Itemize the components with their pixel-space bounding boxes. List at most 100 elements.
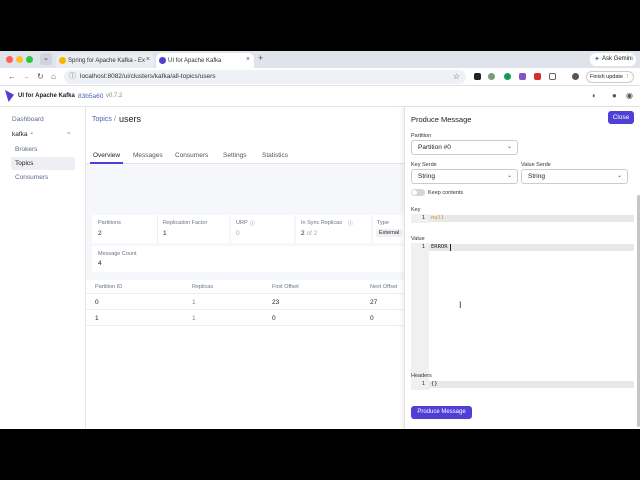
finish-update-button[interactable]: Finish update ⋮ — [586, 71, 634, 83]
version-text: v0.7.2 — [106, 93, 123, 99]
tab-spring-kafka[interactable]: Spring for Apache Kafka - Ex × — [56, 53, 154, 68]
active-line-highlight — [429, 381, 634, 388]
tab-messages[interactable]: Messages — [133, 152, 163, 159]
table-cell: 1 — [95, 315, 99, 322]
table-row[interactable]: 0 1 23 27 — [86, 294, 404, 310]
app-logo-text[interactable]: UI for Apache Kafka — [18, 93, 75, 99]
table-cell: 1 — [192, 299, 196, 306]
profile-avatar-icon[interactable] — [572, 73, 579, 80]
headers-label: Headers — [411, 373, 432, 379]
tab-overview[interactable]: Overview — [93, 152, 120, 159]
produce-message-panel: Produce Message Close Partition Partitio… — [404, 107, 640, 429]
keep-contents-label: Keep contents — [428, 190, 464, 196]
sidebar-cluster-kafka[interactable]: kafka — [12, 131, 28, 138]
extension-leaf-icon[interactable] — [488, 73, 495, 80]
discord-icon[interactable]: ◉ — [626, 91, 633, 100]
table-cell: 27 — [370, 299, 378, 306]
close-tab-icon[interactable]: × — [146, 56, 150, 63]
info-icon: ⓘ — [348, 221, 354, 227]
partition-selected-value: Partition #0 — [418, 144, 451, 151]
table-cell: 0 — [370, 315, 374, 322]
tab-ui-kafka[interactable]: UI for Apache Kafka × — [156, 53, 254, 68]
gemini-sparkle-icon: ✦ — [594, 56, 600, 63]
extension-green-icon[interactable] — [504, 73, 511, 80]
tab-label: Spring for Apache Kafka - Ex — [68, 57, 146, 64]
theme-toggle-icon[interactable]: ◐ — [592, 91, 597, 100]
headers-editor[interactable]: 1 {} — [411, 380, 634, 389]
app-header: UI for Apache Kafka 83b5a60 v0.7.2 ◐ ● ◉ — [0, 86, 640, 107]
value-editor[interactable]: 1 ERROR I — [411, 243, 634, 390]
line-number: 1 — [421, 244, 425, 250]
topic-header: Topics / users — [86, 107, 404, 147]
stat-label: In Sync Replicas — [301, 220, 342, 226]
extension-purple-icon[interactable] — [519, 73, 526, 80]
address-bar: ← → ↻ ⌂ ⓘ localhost:8082/ui/clusters/kaf… — [0, 68, 640, 86]
stat-value: 0 — [236, 230, 240, 237]
url-bar[interactable]: ⓘ localhost:8082/ui/clusters/kafka/all-t… — [64, 70, 466, 84]
extension-copy-icon[interactable] — [549, 73, 556, 80]
close-window-icon[interactable] — [6, 56, 13, 63]
close-button[interactable]: Close — [608, 111, 634, 124]
stat-urp: URP ⓘ 0 — [231, 215, 294, 243]
forward-icon[interactable]: → — [22, 72, 30, 81]
minimize-window-icon[interactable] — [16, 56, 23, 63]
stat-label: Message Count — [98, 251, 137, 257]
table-cell: 1 — [192, 315, 196, 322]
spring-favicon-icon — [59, 57, 66, 64]
sidebar-item-topics[interactable]: Topics — [11, 157, 75, 170]
key-serde-select[interactable]: String ⌄ — [411, 169, 518, 184]
table-cell: 23 — [272, 299, 280, 306]
keep-contents-toggle[interactable] — [411, 189, 425, 196]
site-info-icon[interactable]: ⓘ — [69, 70, 76, 84]
kafka-logo-icon — [5, 90, 14, 102]
chevron-up-icon[interactable]: ⌃ — [66, 131, 71, 139]
active-line-highlight — [429, 244, 634, 251]
produce-message-button[interactable]: Produce Message — [411, 406, 472, 419]
sidebar: Dashboard kafka • ⌃ Brokers Topics Consu… — [0, 107, 86, 429]
tab-settings[interactable]: Settings — [223, 152, 247, 159]
key-code: null — [431, 215, 445, 221]
value-code: ERROR — [431, 244, 448, 250]
key-editor[interactable]: 1 null — [411, 214, 634, 223]
tab-label: UI for Apache Kafka — [168, 57, 222, 64]
url-text: localhost:8082/ui/clusters/kafka/all-top… — [80, 73, 216, 80]
sidebar-item-consumers[interactable]: Consumers — [15, 174, 48, 181]
ask-gemini-label: Ask Gemini — [602, 56, 633, 62]
table-header: First Offset — [272, 284, 299, 290]
tab-statistics[interactable]: Statistics — [262, 152, 288, 159]
stat-type: Type External — [373, 215, 404, 243]
table-header: Partition ID — [95, 284, 123, 290]
page-title: users — [119, 114, 142, 124]
sidebar-item-dashboard[interactable]: Dashboard — [12, 116, 44, 123]
tab-search-icon[interactable]: ⌄ — [40, 53, 52, 65]
toggle-knob — [412, 190, 417, 195]
partition-select[interactable]: Partition #0 ⌄ — [411, 140, 518, 155]
maximize-window-icon[interactable] — [26, 56, 33, 63]
text-cursor — [450, 244, 451, 251]
tab-consumers[interactable]: Consumers — [175, 152, 208, 159]
reload-icon[interactable]: ↻ — [37, 72, 44, 81]
back-icon[interactable]: ← — [8, 72, 16, 81]
extension-red-icon[interactable] — [534, 73, 541, 80]
stat-in-sync-replicas: In Sync Replicas ⓘ 2 of 2 — [296, 215, 371, 243]
mouse-ibeam-cursor-icon: I — [459, 300, 462, 310]
ask-gemini-button[interactable]: ✦ Ask Gemini — [590, 53, 636, 66]
version-hash-link[interactable]: 83b5a60 — [78, 93, 103, 100]
table-cell: 0 — [272, 315, 276, 322]
home-icon[interactable]: ⌂ — [51, 72, 56, 81]
value-serde-value: String — [528, 173, 545, 180]
table-row[interactable]: 1 1 0 0 — [86, 310, 404, 326]
extension-pen-icon[interactable] — [474, 73, 481, 80]
sidebar-item-brokers[interactable]: Brokers — [15, 146, 37, 153]
github-icon[interactable]: ● — [612, 91, 617, 100]
bookmark-star-icon[interactable]: ☆ — [453, 70, 460, 84]
breadcrumb-topics-link[interactable]: Topics — [92, 116, 112, 123]
key-serde-label: Key Serde — [411, 162, 437, 168]
value-serde-select[interactable]: String ⌄ — [521, 169, 628, 184]
new-tab-button[interactable]: + — [258, 53, 263, 63]
table-header: Replicas — [192, 284, 214, 290]
stat-replication-factor: Replication Factor 1 — [157, 215, 229, 243]
stat-label: Replication Factor — [163, 220, 208, 226]
breadcrumb-separator: / — [114, 116, 116, 123]
close-tab-icon[interactable]: × — [246, 56, 250, 63]
